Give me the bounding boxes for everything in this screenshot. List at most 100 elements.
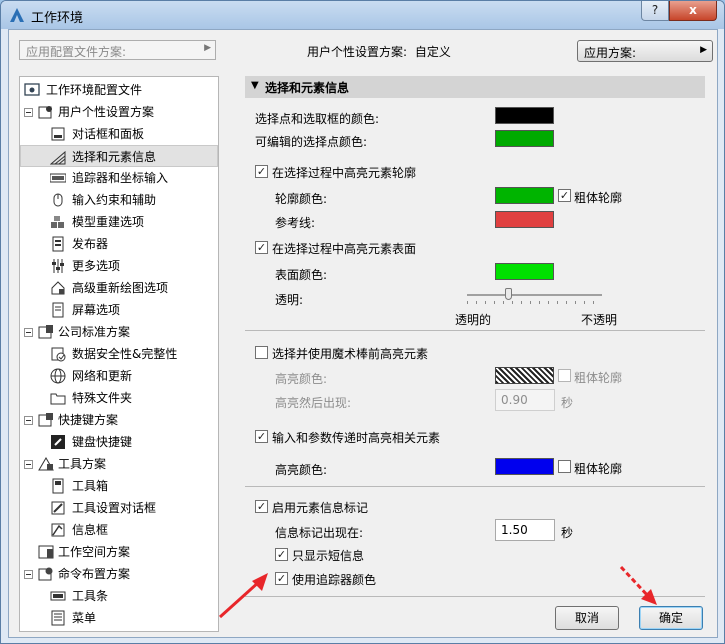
user-scheme-value: 自定义 xyxy=(414,45,451,59)
tree-item-label: 工具设置对话框 xyxy=(72,501,157,515)
tree-item-tool-scheme[interactable]: 工具方案 xyxy=(20,453,218,475)
enable-info-tag-label: 启用元素信息标记 xyxy=(272,501,369,515)
close-button[interactable]: x xyxy=(669,1,717,21)
bold-contour-checkbox[interactable]: ✓ xyxy=(558,189,571,202)
screen-icon xyxy=(52,302,64,318)
bold-contour-label-2: 粗体轮廓 xyxy=(574,371,623,385)
contour-color-swatch[interactable] xyxy=(495,187,554,204)
tree-item-tracker[interactable]: 追踪器和坐标输入 xyxy=(20,167,218,189)
info-tag-delay-input[interactable]: 1.50 xyxy=(495,519,555,541)
apply-scheme-button[interactable]: 应用方案: ▶ xyxy=(577,40,713,62)
tree-item-infobox[interactable]: 信息框 xyxy=(20,519,218,541)
tree-item-profile[interactable]: 工作环境配置文件 xyxy=(20,79,218,101)
seconds-label: 秒 xyxy=(561,396,574,410)
tree-item-label: 键盘快捷键 xyxy=(72,435,133,449)
tree-item-keyboard[interactable]: 键盘快捷键 xyxy=(20,431,218,453)
highlight-color-label: 高亮颜色: xyxy=(275,372,328,386)
highlight-pattern-swatch[interactable] xyxy=(495,367,554,384)
bold-contour-checkbox-3[interactable] xyxy=(558,460,571,473)
title-bar[interactable]: 工作环境 ? x xyxy=(1,1,724,29)
ref-line-color-swatch[interactable] xyxy=(495,211,554,228)
highlight-surface-checkbox[interactable]: ✓ xyxy=(255,241,268,254)
input-highlight-checkbox[interactable]: ✓ xyxy=(255,430,268,443)
tree-item-special-folders[interactable]: 特殊文件夹 xyxy=(20,387,218,409)
tree-item-label: 命令布置方案 xyxy=(58,567,131,581)
tree-item-label: 选择和元素信息 xyxy=(72,150,157,164)
surface-color-swatch[interactable] xyxy=(495,263,554,280)
contour-color-label: 轮廓颜色: xyxy=(275,192,328,206)
tree-item-label: 特殊文件夹 xyxy=(72,391,133,405)
transparency-slider-thumb[interactable] xyxy=(504,288,512,300)
panel-title: 选择和元素信息 xyxy=(265,81,350,95)
transparency-slider-track[interactable] xyxy=(467,294,602,296)
highlight-contour-checkbox[interactable]: ✓ xyxy=(255,165,268,178)
tree-item-company[interactable]: 公司标准方案 xyxy=(20,321,218,343)
tree-item-workspace[interactable]: 工作空间方案 xyxy=(20,541,218,563)
help-button[interactable]: ? xyxy=(641,1,669,21)
tree-item-data-security[interactable]: 数据安全性&完整性 xyxy=(20,343,218,365)
input-highlight-color-swatch[interactable] xyxy=(495,458,554,475)
highlight-delay-input[interactable]: 0.90 xyxy=(495,389,555,411)
tree-item-tool-settings[interactable]: 工具设置对话框 xyxy=(20,497,218,519)
tree-item-label: 对话框和面板 xyxy=(72,127,145,141)
tree-item-user-settings[interactable]: 用户个性设置方案 xyxy=(20,101,218,123)
collapse-icon[interactable] xyxy=(24,460,33,469)
sel-point-color-swatch[interactable] xyxy=(495,107,554,124)
bold-contour-checkbox-2[interactable] xyxy=(558,369,571,382)
tree-item-shortcut-scheme[interactable]: 快捷键方案 xyxy=(20,409,218,431)
enable-info-tag-checkbox[interactable]: ✓ xyxy=(255,500,268,513)
tree-item-dialogs[interactable]: 对话框和面板 xyxy=(20,123,218,145)
tree-item-redraw[interactable]: 高级重新绘图选项 xyxy=(20,277,218,299)
user-scheme-label: 用户个性设置方案: xyxy=(307,45,408,59)
redraw-icon xyxy=(51,281,65,295)
transparency-label: 透明: xyxy=(275,293,304,307)
tree-item-label: 信息框 xyxy=(72,523,109,537)
tree-item-publisher[interactable]: 发布器 xyxy=(20,233,218,255)
transparent-label: 透明的 xyxy=(455,313,492,327)
magic-wand-checkbox[interactable] xyxy=(255,346,268,359)
collapse-icon[interactable] xyxy=(24,416,33,425)
tree-item-network[interactable]: 网络和更新 xyxy=(20,365,218,387)
tree-item-model-rebuild[interactable]: 模型重建选项 xyxy=(20,211,218,233)
input-highlight-label: 输入和参数传递时高亮相关元素 xyxy=(272,431,441,445)
dialog-client: 应用配置文件方案: ▶ 用户个性设置方案: 自定义 应用方案: ▶ 工作环境配置… xyxy=(8,29,718,638)
tree-item-input-constraints[interactable]: 输入约束和辅助 xyxy=(20,189,218,211)
tree-item-selection[interactable]: 选择和元素信息 xyxy=(20,145,218,167)
tree-item-label: 输入约束和辅助 xyxy=(72,193,157,207)
publisher-icon xyxy=(52,236,64,252)
editable-point-color-swatch[interactable] xyxy=(495,130,554,147)
editable-point-color-label: 可编辑的选择点颜色: xyxy=(255,135,368,149)
panel-header[interactable]: ▼ 选择和元素信息 xyxy=(245,76,705,98)
collapse-triangle-icon[interactable]: ▼ xyxy=(251,80,259,91)
tree-item-command-scheme[interactable]: 命令布置方案 xyxy=(20,563,218,585)
shortcut-scheme-icon xyxy=(38,413,53,427)
tracker-color-label: 使用追踪器颜色 xyxy=(292,573,377,587)
tree-item-toolbox[interactable]: 工具箱 xyxy=(20,475,218,497)
tree-item-label: 屏幕选项 xyxy=(72,303,121,317)
infobox-icon xyxy=(51,523,65,537)
tracker-color-checkbox[interactable]: ✓ xyxy=(275,572,288,585)
collapse-icon[interactable] xyxy=(24,108,33,117)
settings-tree[interactable]: 工作环境配置文件 用户个性设置方案 对话框和面板 选择和元素信息 追踪器和坐标输… xyxy=(19,76,219,632)
profile-scheme-dropdown[interactable]: 应用配置文件方案: ▶ xyxy=(19,40,216,60)
collapse-icon[interactable] xyxy=(24,328,33,337)
collapse-icon[interactable] xyxy=(24,570,33,579)
short-info-checkbox[interactable]: ✓ xyxy=(275,548,288,561)
tree-item-label: 工具方案 xyxy=(58,457,107,471)
tree-item-screen[interactable]: 屏幕选项 xyxy=(20,299,218,321)
bold-contour-label-3: 粗体轮廓 xyxy=(574,462,623,476)
tree-item-label: 快捷键方案 xyxy=(58,413,119,427)
tree-item-menus[interactable]: 菜单 xyxy=(20,607,218,629)
highlight-delay-label: 高亮然后出现: xyxy=(275,396,352,410)
settings-panel: ▼ 选择和元素信息 选择点和选取框的颜色: 可编辑的选择点颜色: ✓ 在选择过程… xyxy=(245,76,705,632)
menu-icon xyxy=(51,610,65,626)
apply-scheme-label: 应用方案: xyxy=(584,46,637,60)
toolbar-icon xyxy=(50,591,66,601)
cancel-button[interactable]: 取消 xyxy=(555,606,619,630)
highlight-surface-label: 在选择过程中高亮元素表面 xyxy=(272,242,417,256)
tree-item-label: 用户个性设置方案 xyxy=(58,105,155,119)
dialog-icon xyxy=(51,127,65,141)
tree-item-label: 高级重新绘图选项 xyxy=(72,281,169,295)
tree-item-toolbars[interactable]: 工具条 xyxy=(20,585,218,607)
tree-item-more-options[interactable]: 更多选项 xyxy=(20,255,218,277)
